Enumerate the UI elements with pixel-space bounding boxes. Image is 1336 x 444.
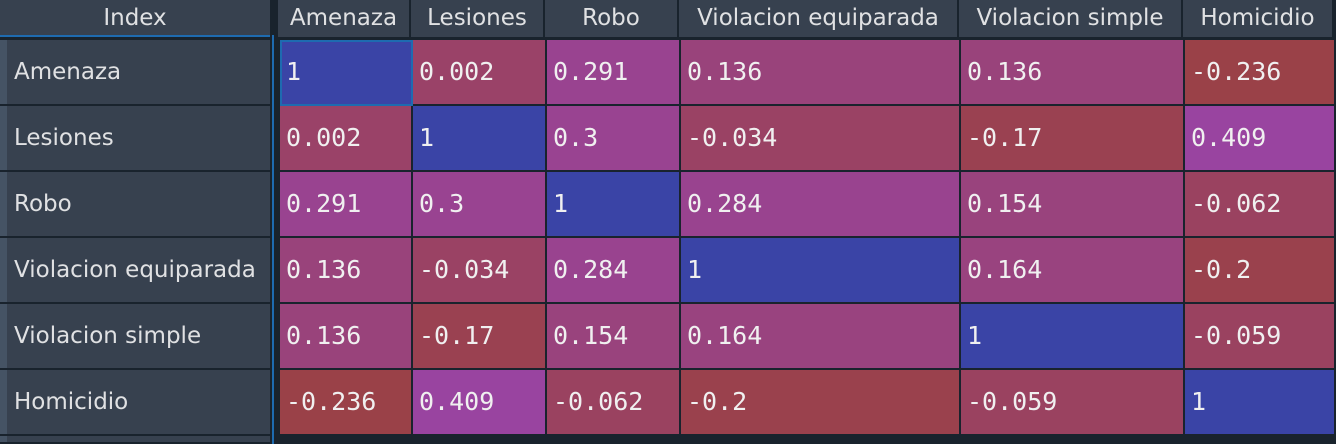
table-cell[interactable]: -0.062 [1185,172,1336,238]
row-marker [0,304,7,370]
table-cell[interactable]: 0.164 [961,238,1185,304]
table-cell[interactable]: 0.136 [280,304,413,370]
row-marker [0,106,7,172]
row-header[interactable]: Homicidio [7,370,270,436]
table-cell[interactable]: 1 [961,304,1185,370]
table-cell[interactable]: 1 [280,40,413,106]
table-cell[interactable]: 0.002 [413,40,547,106]
bottom-strip [278,434,1336,444]
row-header[interactable]: Violacion simple [7,304,270,370]
column-header[interactable]: Violacion simple [959,0,1183,37]
table-cell[interactable]: 1 [1185,370,1336,436]
table-cell[interactable]: -0.17 [413,304,547,370]
table-cell[interactable]: -0.17 [961,106,1185,172]
row-header[interactable]: Amenaza [7,40,270,106]
table-cell[interactable]: 1 [413,106,547,172]
table-cell[interactable]: 0.291 [280,172,413,238]
table-cell[interactable]: -0.059 [961,370,1185,436]
table-cell[interactable]: 0.136 [280,238,413,304]
table-cell[interactable]: -0.059 [1185,304,1336,370]
table-cell[interactable]: 0.409 [1185,106,1336,172]
table-cell[interactable]: 0.154 [547,304,681,370]
table-cell[interactable]: -0.2 [681,370,961,436]
table-cell[interactable]: -0.034 [413,238,547,304]
row-header[interactable]: Lesiones [7,106,270,172]
table-cell[interactable]: 0.164 [681,304,961,370]
column-header[interactable]: Lesiones [411,0,545,37]
table-cell[interactable]: -0.236 [1185,40,1336,106]
column-header[interactable]: Violacion equiparada [679,0,959,37]
column-header[interactable]: Homicidio [1183,0,1334,37]
table-cell[interactable]: 1 [681,238,961,304]
selection-line [0,35,272,37]
row-marker [0,436,7,444]
row-marker [0,172,7,238]
table-cell[interactable]: -0.062 [547,370,681,436]
index-header[interactable]: Index [0,0,270,37]
table-cell[interactable]: 0.136 [961,40,1185,106]
table-cell[interactable]: 0.002 [280,106,413,172]
table-cell[interactable]: 0.136 [681,40,961,106]
table-cell[interactable]: 0.3 [547,106,681,172]
row-header[interactable]: Robo [7,172,270,238]
table-cell[interactable]: -0.034 [681,106,961,172]
column-header[interactable]: Amenaza [278,0,411,37]
row-header-empty [7,436,270,444]
table-cell[interactable]: 0.3 [413,172,547,238]
table-cell[interactable]: -0.2 [1185,238,1336,304]
table-cell[interactable]: 0.284 [547,238,681,304]
column-header[interactable]: Robo [545,0,679,37]
row-marker [0,40,7,106]
row-header[interactable]: Violacion equiparada [7,238,270,304]
table-cell[interactable]: -0.236 [280,370,413,436]
table-cell[interactable]: 0.284 [681,172,961,238]
table-cell[interactable]: 0.154 [961,172,1185,238]
table-cell[interactable]: 0.291 [547,40,681,106]
row-marker [0,370,7,436]
table-cell[interactable]: 1 [547,172,681,238]
row-marker [0,238,7,304]
focus-line [272,35,274,444]
table-cell[interactable]: 0.409 [413,370,547,436]
